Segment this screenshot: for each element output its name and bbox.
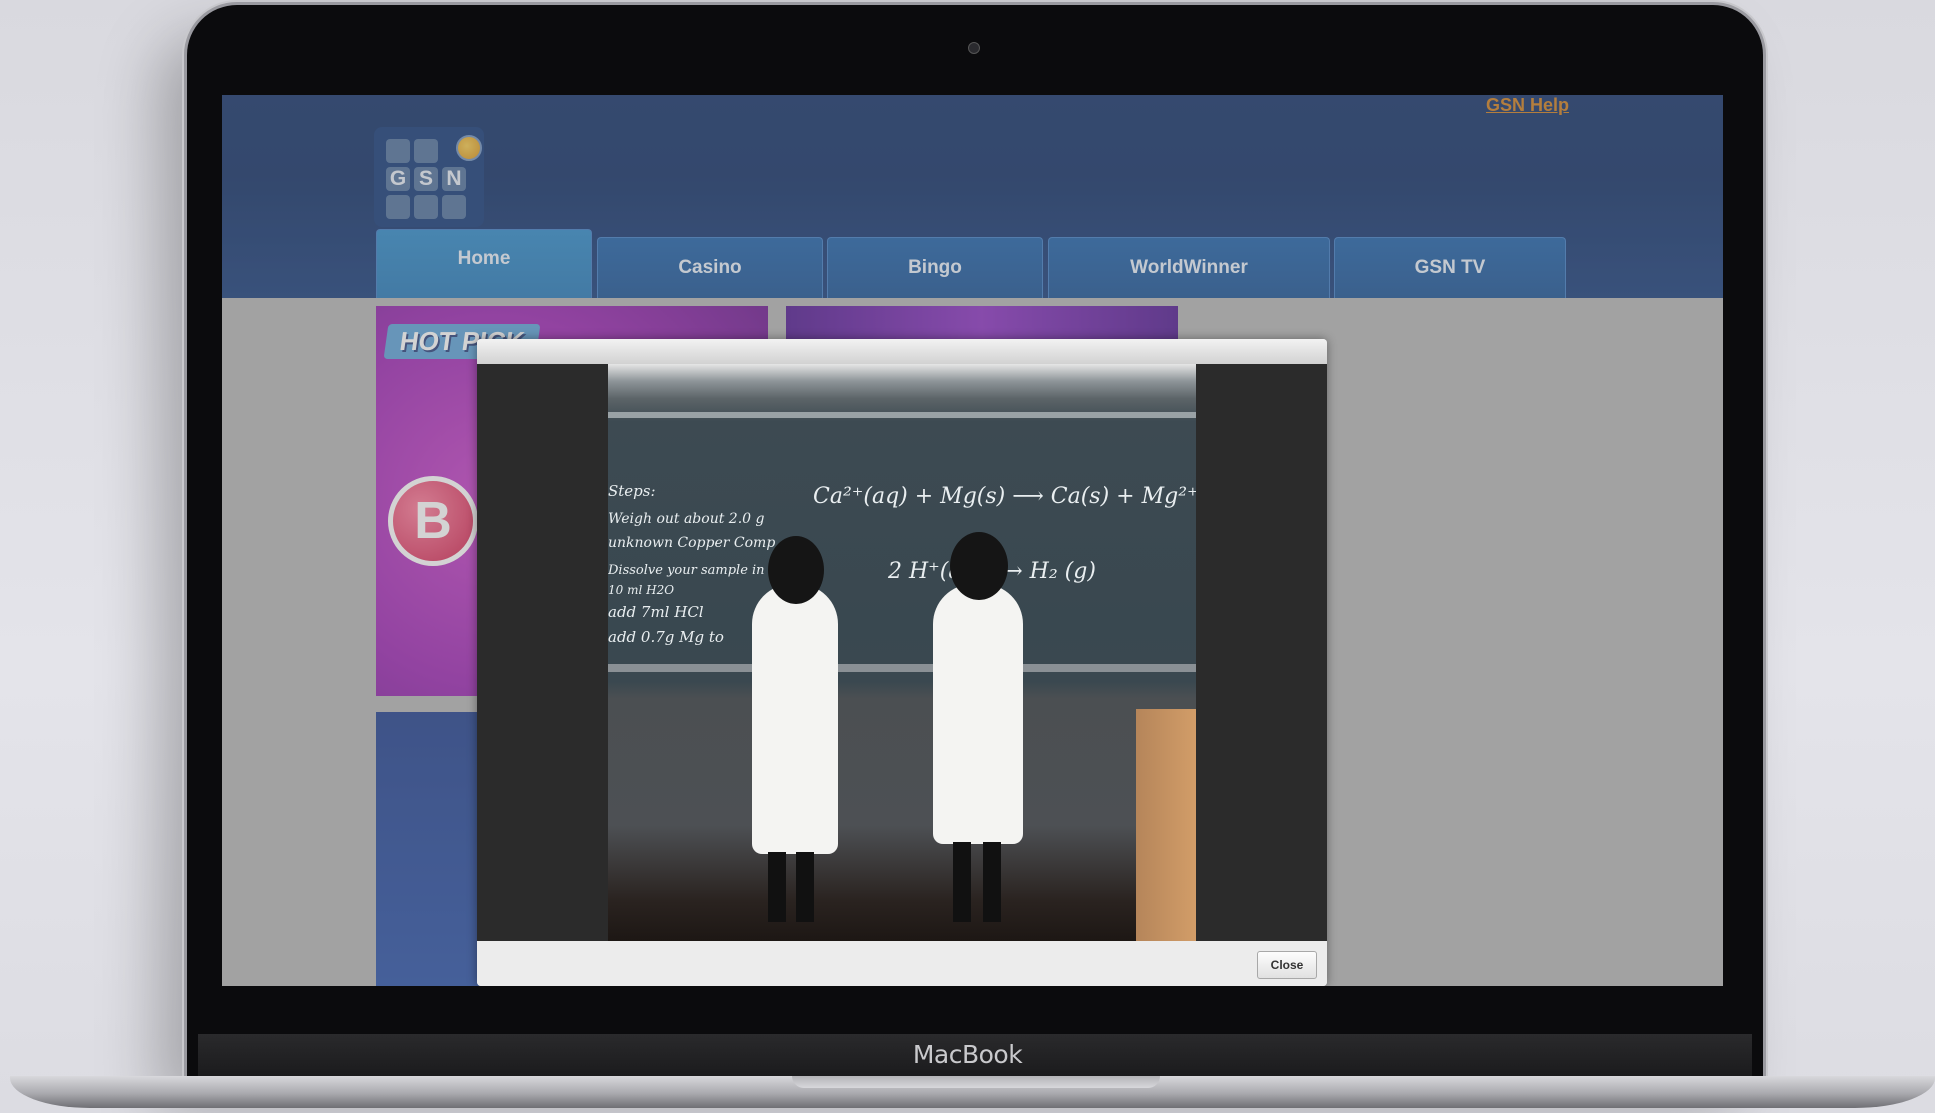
close-button[interactable]: Close bbox=[1257, 951, 1317, 979]
board-line: Dissolve your sample in bbox=[608, 563, 765, 578]
laptop-notch bbox=[792, 1076, 1160, 1088]
browser-viewport: GSN Help G S N Home Casino Bingo WorldWi… bbox=[222, 95, 1723, 986]
camera-icon bbox=[968, 42, 980, 54]
modal-title-bar bbox=[477, 339, 1327, 364]
video-frame[interactable]: Steps: Weigh out about 2.0 g unknown Cop… bbox=[608, 364, 1196, 941]
board-line: Steps: bbox=[608, 482, 656, 500]
board-line: 10 ml H2O bbox=[608, 583, 675, 597]
board-line: add 7ml HCl bbox=[608, 603, 704, 621]
board-line: unknown Copper Comp. bbox=[608, 535, 780, 551]
lab-cabinet bbox=[1136, 709, 1196, 941]
video-player[interactable]: Steps: Weigh out about 2.0 g unknown Cop… bbox=[477, 364, 1327, 941]
board-line: Weigh out about 2.0 g bbox=[608, 511, 765, 527]
board-line: add 0.7g Mg to bbox=[608, 628, 724, 646]
person-right bbox=[933, 584, 1023, 844]
person-left bbox=[752, 584, 838, 854]
modal-footer: Close bbox=[477, 941, 1327, 986]
equation-1: Ca²⁺(aq) + Mg(s) ⟶ Ca(s) + Mg²⁺(aq) bbox=[813, 484, 1196, 509]
video-modal: Steps: Weigh out about 2.0 g unknown Cop… bbox=[477, 339, 1327, 986]
macbook-label: MacBook bbox=[912, 1040, 1023, 1069]
